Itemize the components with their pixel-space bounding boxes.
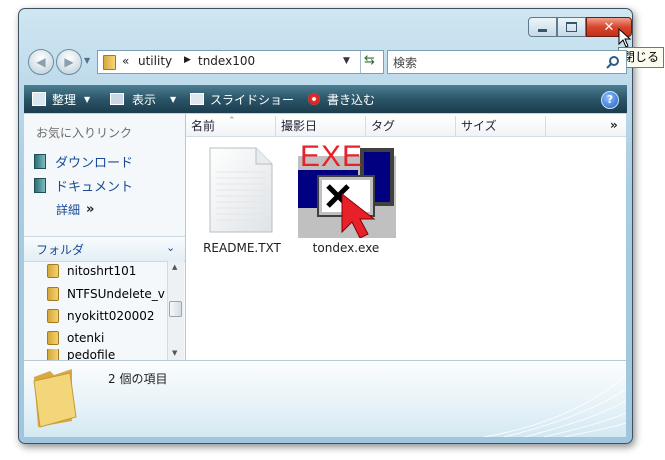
organize-dropdown-icon: ▼ [84,94,91,104]
caption-buttons: ✕ [528,17,632,37]
scroll-up-icon[interactable]: ▲ [172,263,177,271]
sort-ascending-icon: ⌃ [228,116,236,126]
documents-label: ドキュメント [55,180,134,195]
more-columns-icon[interactable]: » [610,118,618,132]
column-size[interactable]: サイズ [456,116,546,136]
breadcrumb-utility[interactable]: utility [138,54,172,68]
column-name[interactable]: 名前 ⌃ [186,116,276,136]
forward-button[interactable]: ▶ [56,49,82,75]
forward-arrow-icon: ▶ [64,55,74,69]
back-arrow-icon: ◀ [36,55,46,69]
exe-badge: EXE [300,140,364,173]
folder-label: otenki [67,331,105,345]
scroll-thumb[interactable] [169,301,182,317]
slideshow-button[interactable]: スライドショー [190,85,294,113]
folder-item[interactable]: otenki [47,328,104,348]
downloads-icon [34,154,46,169]
folder-scrollbar[interactable]: ▲ ▼ [167,261,184,360]
search-placeholder: 検索 [393,56,418,70]
organize-icon [32,92,46,106]
column-tags[interactable]: タグ [366,116,456,136]
collapse-chevron-icon[interactable]: ⌄ [166,241,175,254]
file-name: tondex.exe [312,241,380,255]
column-header: 名前 ⌃ 撮影日 タグ サイズ » [186,116,626,137]
item-count: 2 個の項目 [108,372,168,386]
more-label: 詳細 [56,203,81,217]
file-item-tondex[interactable]: EXE tondex.exe [296,140,396,258]
organize-menu[interactable]: 整理 ▼ [32,85,90,113]
folder-item[interactable]: nyokitt020002 [47,306,155,326]
address-bar[interactable]: « utility ▶ tndex100 ▼ ⇆ [97,50,384,74]
help-icon[interactable]: ? [601,91,619,109]
view-menu[interactable]: 表示 ▼ [110,85,176,113]
folder-icon [47,264,59,278]
back-button[interactable]: ◀ [28,49,54,75]
favorite-link-downloads[interactable]: ダウンロード [34,152,133,171]
folders-title: フォルダ [36,243,85,257]
search-box[interactable]: 検索 [387,50,627,74]
folder-icon [47,331,59,345]
search-icon[interactable] [606,55,620,69]
documents-icon [34,178,46,193]
mouse-cursor-icon [618,28,632,48]
breadcrumb-tndex100[interactable]: tndex100 [198,54,255,68]
file-item-readme[interactable]: README.TXT [200,142,284,258]
scroll-down-icon[interactable]: ▼ [172,349,177,357]
text-file-icon [209,147,273,233]
file-name: README.TXT [203,241,281,255]
folder-icon [47,287,59,301]
details-swoosh-decoration [483,374,626,437]
column-date-label: 撮影日 [281,119,318,133]
view-label: 表示 [132,92,157,107]
column-size-label: サイズ [461,119,497,133]
maximize-button[interactable] [557,17,586,37]
folders-header[interactable]: フォルダ ⌄ [24,236,185,262]
folder-label: nyokitt020002 [67,309,155,323]
slideshow-icon [190,93,204,105]
folder-icon [103,55,116,70]
minimize-button[interactable] [528,17,557,37]
recent-pages-dropdown-icon[interactable]: ▼ [84,56,90,65]
details-pane: 2 個の項目 [24,360,626,437]
organize-label: 整理 [52,92,77,107]
folder-item[interactable]: nitoshrt101 [47,261,136,281]
favorites-title: お気に入りリンク [36,126,133,140]
refresh-icon[interactable]: ⇆ [364,53,375,68]
favorite-link-documents[interactable]: ドキュメント [34,176,133,195]
burn-label: 書き込む [327,92,376,107]
folder-label: NTFSUndelete_v [67,287,165,301]
close-icon: ✕ [603,19,615,35]
column-name-label: 名前 [191,119,216,133]
address-divider [360,51,361,73]
column-date-taken[interactable]: 撮影日 [276,116,366,136]
burn-disc-icon [308,93,320,105]
folder-item[interactable]: NTFSUndelete_v [47,284,167,304]
folder-icon [47,309,59,323]
address-dropdown-icon[interactable]: ▼ [343,56,350,66]
command-bar: 整理 ▼ 表示 ▼ スライドショー 書き込む ? [24,85,627,113]
column-tags-label: タグ [371,119,396,133]
folder-large-icon [33,369,77,428]
address-overflow[interactable]: « [122,54,129,68]
burn-button[interactable]: 書き込む [308,85,375,113]
slideshow-label: スライドショー [210,92,295,107]
double-chevron-icon: » [86,202,95,217]
view-dropdown-icon: ▼ [170,94,177,104]
minimize-icon [538,28,547,32]
folder-label: nitoshrt101 [67,264,137,278]
view-icon [110,93,124,105]
more-links[interactable]: 詳細 » [56,201,94,218]
breadcrumb-separator-icon[interactable]: ▶ [184,55,191,65]
maximize-icon [566,22,577,32]
downloads-label: ダウンロード [55,156,134,171]
